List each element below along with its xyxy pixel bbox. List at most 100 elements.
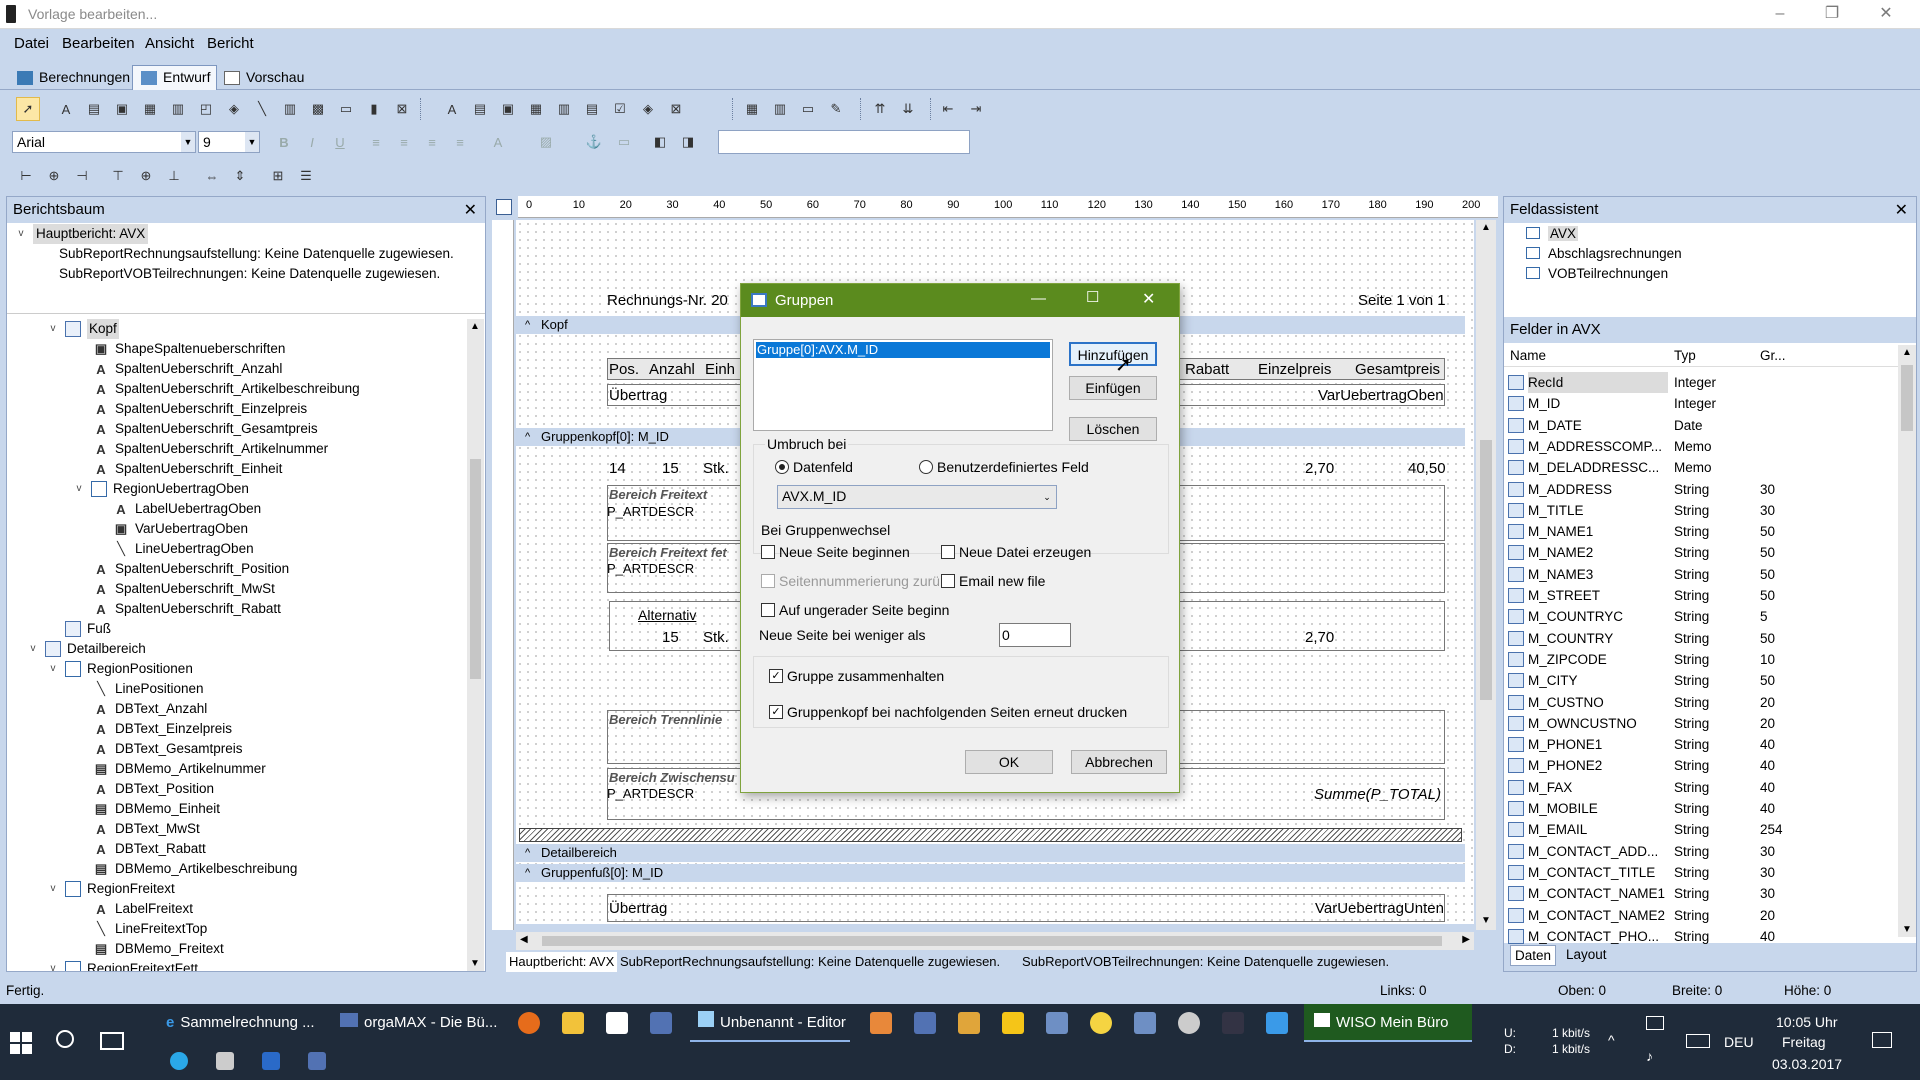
dbcheckbox-tool[interactable]: ☑ [608, 97, 632, 121]
align-left-button[interactable]: ≡ [364, 130, 388, 154]
scroll-left-icon[interactable]: ◀ [520, 934, 528, 945]
dbrichtext-tool[interactable]: ▣ [496, 97, 520, 121]
scroll-thumb[interactable] [542, 936, 1442, 946]
col-groesse[interactable]: Gr... [1760, 345, 1786, 367]
memo-zwischensumme[interactable]: P_ARTDESCR [607, 786, 694, 801]
menu-bearbeiten[interactable]: Bearbeiten [62, 35, 135, 52]
clock-date[interactable]: 03.03.2017 [1772, 1056, 1842, 1072]
chevron-down-icon[interactable]: v [47, 963, 59, 971]
radio-custom-label[interactable]: Benutzerdefiniertes Feld [937, 459, 1089, 475]
band-gruppenfuss[interactable]: Gruppenfuß[0]: M_ID [515, 864, 1465, 882]
align-rights-icon[interactable]: ⊣ [70, 164, 94, 188]
cb-reprint-header[interactable]: ✓ [769, 705, 783, 719]
field-row[interactable]: M_ID Integer [1508, 393, 1888, 414]
crosstab-tool[interactable]: ▩ [306, 97, 330, 121]
label-tool[interactable]: A [54, 97, 78, 121]
tree-item[interactable]: SpaltenUeberschrift_MwSt [115, 579, 275, 599]
tab-subreport-rechnung[interactable]: SubReportRechnungsaufstellung: Keine Dat… [620, 952, 1000, 972]
cb-odd-page-label[interactable]: Auf ungerader Seite beginn [779, 602, 949, 618]
cancel-button[interactable]: Abbrechen [1071, 750, 1167, 774]
dbmemo-tool[interactable]: ▤ [468, 97, 492, 121]
row-anzahl[interactable]: 15 [662, 460, 679, 477]
cb-new-page-label[interactable]: Neue Seite beginnen [779, 544, 910, 560]
tree-item[interactable]: LineUebertragOben [135, 539, 254, 559]
row-gesamtpreis[interactable]: 40,50 [1408, 460, 1446, 477]
volume-icon[interactable]: ♪ [1646, 1048, 1653, 1064]
orgamax-pin-icon[interactable] [650, 1012, 672, 1034]
menu-bericht[interactable]: Bericht [207, 35, 254, 52]
subreport-tool[interactable]: ▮ [362, 97, 386, 121]
scroll-thumb[interactable] [1901, 365, 1913, 431]
dbimage-tool[interactable]: ▥ [552, 97, 576, 121]
tree-item[interactable]: DBText_Position [115, 779, 214, 799]
field-row[interactable]: M_COUNTRY String 50 [1508, 628, 1888, 649]
clock-day[interactable]: Freitag [1782, 1034, 1826, 1050]
rechnungs-nr-label[interactable]: Rechnungs-Nr. 20 [607, 292, 728, 309]
cb-new-file-label[interactable]: Neue Datei erzeugen [959, 544, 1091, 560]
alt-anzahl[interactable]: 15 [662, 629, 679, 646]
app4-icon[interactable] [1178, 1012, 1200, 1034]
field-row[interactable]: M_COUNTRYC String 5 [1508, 606, 1888, 627]
groups-listbox[interactable]: Gruppe[0]:AVX.M_ID [753, 339, 1053, 431]
scroll-up-icon[interactable]: ▲ [470, 321, 480, 332]
chart-tool[interactable]: ◈ [222, 97, 246, 121]
tree-item[interactable]: RegionFreitext [87, 879, 175, 899]
dbdelete-tool[interactable]: ⊠ [664, 97, 688, 121]
tab-vorschau[interactable]: Vorschau [215, 65, 311, 90]
label-trennlinie[interactable]: Bereich Trennlinie [609, 712, 722, 727]
app6-icon[interactable] [1266, 1012, 1288, 1034]
row-position[interactable]: 14 [609, 460, 626, 477]
cb-reprint-header-label[interactable]: Gruppenkopf bei nachfolgenden Seiten ern… [787, 704, 1127, 720]
align-right-button[interactable]: ≡ [420, 130, 444, 154]
same-width-icon[interactable]: ⊞ [266, 164, 290, 188]
property-input[interactable] [718, 130, 970, 154]
cb-page-reset[interactable] [761, 574, 775, 588]
tab-hauptbericht[interactable]: Hauptbericht: AVX [506, 952, 618, 972]
grid-tool[interactable]: ▥ [768, 97, 792, 121]
tree-item[interactable]: LabelUebertragOben [135, 499, 261, 519]
field-row[interactable]: M_CITY String 50 [1508, 670, 1888, 691]
scroll-down-icon[interactable]: ▼ [470, 958, 480, 969]
player-icon[interactable] [1002, 1012, 1024, 1034]
row-einzelpreis[interactable]: 2,70 [1305, 460, 1334, 477]
var-uebertrag-unten[interactable]: VarUebertragUnten [1315, 900, 1444, 917]
tree-item[interactable]: Fuß [87, 619, 111, 639]
field-row[interactable]: RecId Integer [1508, 372, 1888, 393]
field-row[interactable]: M_NAME1 String 50 [1508, 521, 1888, 542]
cb-keep-together[interactable]: ✓ [769, 669, 783, 683]
calc-summe[interactable]: Summe(P_TOTAL) [1314, 786, 1441, 803]
cb-odd-page[interactable] [761, 603, 775, 617]
align-center-button[interactable]: ≡ [392, 130, 416, 154]
font-family-select[interactable]: Arial ▼ [12, 131, 196, 153]
fields-scrollbar[interactable]: ▲ ▼ [1898, 345, 1916, 937]
app2-icon[interactable] [1046, 1012, 1068, 1034]
field-row[interactable]: M_NAME2 String 50 [1508, 542, 1888, 563]
field-row[interactable]: M_TITLE String 30 [1508, 500, 1888, 521]
band-detailbereich[interactable]: Detailbereich [515, 844, 1465, 862]
radio-custom[interactable] [919, 460, 933, 474]
app-icon[interactable] [958, 1012, 980, 1034]
tree-item[interactable]: SpaltenUeberschrift_Anzahl [115, 359, 282, 379]
alt-einheit[interactable]: Stk. [703, 629, 729, 646]
tree-item[interactable]: SpaltenUeberschrift_Einheit [115, 459, 282, 479]
windows-start-icon[interactable] [10, 1032, 32, 1054]
search-icon[interactable] [56, 1030, 74, 1048]
tray-network-icon[interactable] [216, 1052, 234, 1070]
tree-item[interactable]: SpaltenUeberschrift_Position [115, 559, 289, 579]
font-color-button[interactable]: A [486, 130, 510, 154]
header-anzahl[interactable]: Anzahl [649, 361, 695, 378]
tab-subreport-vob[interactable]: SubReportVOBTeilrechnungen: Keine Datenq… [1022, 952, 1389, 972]
frame-button[interactable]: ▭ [612, 130, 636, 154]
tree-item[interactable]: DBText_Anzahl [115, 699, 207, 719]
label-freitext[interactable]: Bereich Freitext [609, 487, 707, 502]
align-lefts-icon[interactable]: ⊢ [14, 164, 38, 188]
underline-button[interactable]: U [328, 130, 352, 154]
align-tops-icon[interactable]: ⊤ [106, 164, 130, 188]
close-icon[interactable]: ✕ [464, 200, 477, 220]
taskbar-item-editor[interactable]: Unbenannt - Editor [690, 1004, 850, 1042]
space-vert-icon[interactable]: ⇕ [228, 164, 252, 188]
scroll-up-icon[interactable]: ▲ [1481, 222, 1491, 233]
keyboard-icon[interactable] [1686, 1034, 1710, 1048]
memo-freitext[interactable]: P_ARTDESCR [607, 504, 694, 519]
bring-front-tool[interactable]: ⇈ [868, 97, 892, 121]
